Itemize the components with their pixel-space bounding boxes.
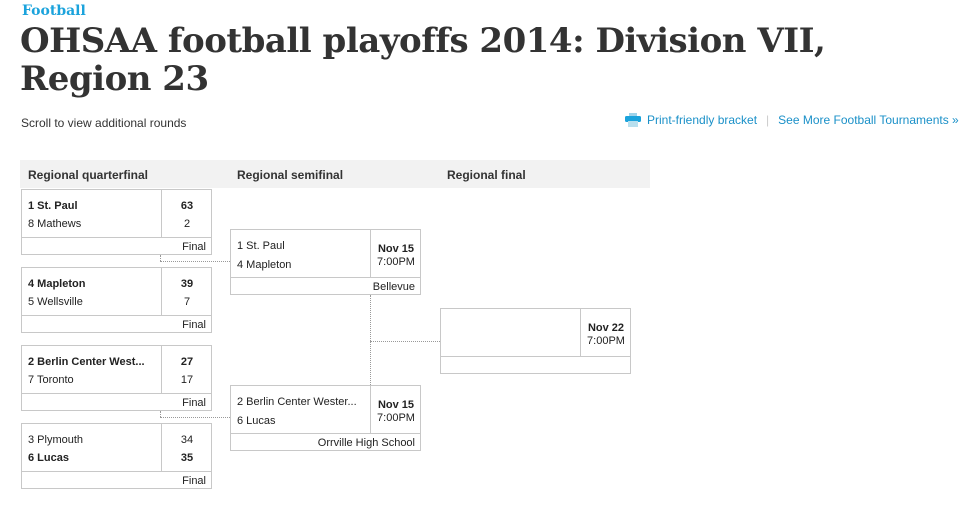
game-status: Final — [22, 471, 211, 489]
team-name: 6 Lucas — [28, 452, 69, 464]
quarterfinal-game-2[interactable]: 4 Mapleton 5 Wellsville 39 7 Final — [21, 267, 212, 333]
quarterfinal-game-1[interactable]: 1 St. Paul 8 Mathews 63 2 Final — [21, 189, 212, 255]
team-score: 63 — [180, 200, 194, 212]
semifinal-game-1[interactable]: 1 St. Paul 4 Mapleton Nov 15 7:00PM Bell… — [230, 229, 421, 295]
game-status: Final — [22, 315, 211, 333]
round-label-quarterfinal: Regional quarterfinal — [28, 168, 149, 182]
team-name: 4 Mapleton — [28, 278, 86, 290]
game-status: Final — [22, 237, 211, 255]
scroll-note: Scroll to view additional rounds — [21, 116, 187, 130]
round-label-final: Regional final — [447, 168, 526, 182]
team-name: 8 Mathews — [28, 218, 82, 230]
game-status: Final — [22, 393, 211, 411]
bracket-connector — [370, 295, 371, 385]
round-label-semifinal: Regional semifinal — [237, 168, 344, 182]
link-separator: | — [766, 113, 770, 127]
quarterfinal-game-3[interactable]: 2 Berlin Center West... 7 Toronto 27 17 … — [21, 345, 212, 411]
team-name: 7 Toronto — [28, 374, 74, 386]
bracket-connector — [160, 261, 230, 262]
bracket-connector — [160, 417, 230, 418]
semifinal-game-2[interactable]: 2 Berlin Center Wester... 6 Lucas Nov 15… — [230, 385, 421, 451]
game-location — [441, 356, 630, 374]
team-score: 27 — [180, 356, 194, 368]
more-tournaments-link[interactable]: See More Football Tournaments » — [778, 113, 959, 127]
team-name: 3 Plymouth — [28, 434, 84, 446]
quarterfinal-game-4[interactable]: 3 Plymouth 6 Lucas 34 35 Final — [21, 423, 212, 489]
team-name: 1 St. Paul — [28, 200, 78, 212]
game-location: Bellevue — [231, 277, 420, 295]
final-game[interactable]: Nov 22 7:00PM — [440, 308, 631, 374]
game-time: 7:00PM — [587, 335, 625, 347]
team-score: 17 — [180, 374, 194, 386]
team-score: 34 — [180, 434, 194, 446]
team-name: 2 Berlin Center Wester... — [237, 396, 357, 408]
team-score: 39 — [180, 278, 194, 290]
game-date: Nov 15 — [377, 243, 415, 255]
print-bracket-link[interactable]: Print-friendly bracket — [647, 113, 757, 127]
team-score: 7 — [183, 296, 191, 308]
category-link[interactable]: Football — [22, 3, 86, 19]
team-name: 4 Mapleton — [237, 259, 292, 271]
header-links: Print-friendly bracket | See More Footba… — [625, 113, 959, 127]
bracket-connector — [370, 341, 440, 342]
game-date: Nov 15 — [377, 399, 415, 411]
team-name: 1 St. Paul — [237, 240, 285, 252]
game-location: Orrville High School — [231, 433, 420, 451]
team-score: 2 — [183, 218, 191, 230]
game-date: Nov 22 — [587, 322, 625, 334]
team-name: 2 Berlin Center West... — [28, 356, 145, 368]
team-name: 6 Lucas — [237, 415, 276, 427]
team-name: 5 Wellsville — [28, 296, 83, 308]
printer-icon — [625, 113, 641, 127]
game-time: 7:00PM — [377, 412, 415, 424]
team-score: 35 — [180, 452, 194, 464]
page-title: OHSAA football playoffs 2014: Division V… — [20, 21, 826, 99]
game-time: 7:00PM — [377, 256, 415, 268]
